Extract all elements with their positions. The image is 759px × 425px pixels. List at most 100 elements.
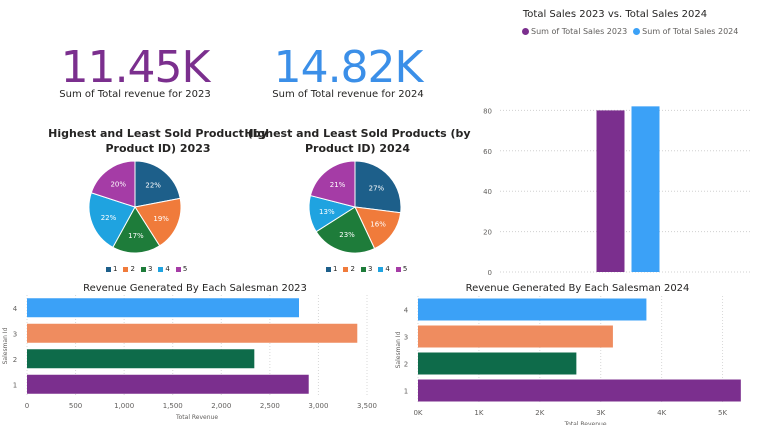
legend-swatch-icon <box>106 266 111 272</box>
x-tick-label: 1,500 <box>163 402 183 410</box>
salesman-bar-2[interactable] <box>418 352 577 375</box>
x-tick-label: 2K <box>535 409 544 417</box>
pie-2023-legend: 1 2 3 4 5 <box>106 265 187 273</box>
pie-legend-label: 2 <box>130 265 135 273</box>
legend-label-2023: Sum of Total Sales 2023 <box>531 27 628 36</box>
pie-legend-item: 4 <box>378 265 390 273</box>
y-category-label: 1 <box>13 381 17 389</box>
salesman-bar-1[interactable] <box>27 374 309 394</box>
kpi-label-2023: Sum of Total revenue for 2023 <box>59 89 211 100</box>
pie-legend-item: 5 <box>395 265 408 273</box>
kpi-value-2024: 14.82K <box>273 42 424 93</box>
x-axis-label: Total Revenue <box>563 421 606 425</box>
pie-legend-item: 1 <box>326 265 337 273</box>
y-axis-label: Salesman Id <box>2 327 9 364</box>
pie-legend-item: 3 <box>140 265 153 273</box>
y-category-label: 2 <box>13 356 17 364</box>
pie-slice-label: 23% <box>339 231 355 239</box>
pie-slice-label: 21% <box>330 181 346 189</box>
pie-legend-label: 5 <box>402 265 408 273</box>
x-tick-label: 500 <box>69 402 82 410</box>
legend-swatch-icon <box>123 266 129 272</box>
pie-legend-label: 2 <box>350 265 355 273</box>
pie-legend-item: 5 <box>175 265 188 273</box>
pie-2024-title: Highest and Least Sold Products (by Prod… <box>235 126 480 156</box>
x-tick-label: 0K <box>413 409 422 417</box>
x-tick-label: 3,000 <box>308 402 328 410</box>
kpi-value-2023: 11.45K <box>60 42 211 93</box>
pie-chart-2024[interactable]: 27% 16% 23% 13% 21% <box>305 157 405 257</box>
pie-legend-label: 4 <box>385 265 390 273</box>
x-tick-label: 2,500 <box>260 402 280 410</box>
sales-compare-title: Total Sales 2023 vs. Total Sales 2024 <box>522 9 708 20</box>
kpi-label-2024: Sum of Total revenue for 2024 <box>272 89 424 100</box>
y-category-label: 2 <box>404 361 408 369</box>
column-bar-2024[interactable] <box>631 106 660 272</box>
pie-legend-item: 2 <box>343 265 355 273</box>
x-tick-label: 0 <box>25 402 29 410</box>
x-tick-label: 1,000 <box>114 402 134 410</box>
y-tick-label: 60 <box>483 148 492 156</box>
pie-legend-item: 1 <box>106 265 117 273</box>
y-tick-label: 40 <box>483 188 492 196</box>
x-tick-label: 1K <box>474 409 483 417</box>
pie-slice-label: 13% <box>319 208 335 216</box>
pie-legend-label: 3 <box>367 265 373 273</box>
legend-swatch-icon <box>326 266 331 272</box>
x-tick-label: 2,000 <box>211 402 231 410</box>
pie-legend-label: 5 <box>182 265 188 273</box>
legend-swatch-icon <box>395 266 401 272</box>
pie-slice-label: 19% <box>153 215 169 223</box>
pie-legend-item: 3 <box>360 265 373 273</box>
pie-legend-item: 2 <box>123 265 135 273</box>
pie-slice-label: 22% <box>101 214 117 222</box>
y-tick-label: 80 <box>483 107 492 115</box>
legend-swatch-icon <box>158 266 164 272</box>
x-tick-label: 5K <box>718 409 727 417</box>
legend-dot-2023-icon <box>522 28 529 35</box>
pie-2024-title-line2: Product ID) 2024 <box>304 142 411 155</box>
salesman-bar-4[interactable] <box>27 298 299 318</box>
salesman-bar-3[interactable] <box>418 325 613 348</box>
sales-compare-chart[interactable]: 0 20 40 60 80 <box>470 60 759 280</box>
pie-legend-label: 1 <box>113 265 118 273</box>
legend-swatch-icon <box>140 266 146 272</box>
y-axis-label: Salesman Id <box>395 331 402 368</box>
pie-slice-label: 17% <box>128 232 144 240</box>
pie-slice-label: 27% <box>369 185 385 193</box>
legend-swatch-icon <box>343 266 349 272</box>
y-category-label: 3 <box>13 330 17 338</box>
x-tick-label: 4K <box>657 409 666 417</box>
pie-2024-legend: 1 2 3 4 5 <box>326 265 407 273</box>
salesman-bar-1[interactable] <box>418 379 741 402</box>
salesman-bar-3[interactable] <box>27 323 358 343</box>
pie-slice-label: 20% <box>110 180 126 188</box>
legend-item-2023: Sum of Total Sales 2023 <box>522 27 627 36</box>
y-tick-label: 20 <box>483 229 492 237</box>
pie-slice-label: 22% <box>145 182 161 190</box>
salesman-bar-2[interactable] <box>27 349 255 369</box>
y-tick-label: 0 <box>488 269 492 277</box>
legend-item-2024: Sum of Total Sales 2024 <box>633 27 738 36</box>
pie-legend-label: 3 <box>147 265 153 273</box>
x-tick-label: 3,500 <box>357 402 377 410</box>
pie-legend-label: 4 <box>165 265 170 273</box>
legend-swatch-icon <box>175 266 181 272</box>
y-category-label: 4 <box>404 307 409 315</box>
pie-slice-label: 16% <box>370 220 386 228</box>
x-tick-label: 3K <box>596 409 605 417</box>
legend-label-2024: Sum of Total Sales 2024 <box>642 27 739 36</box>
y-category-label: 3 <box>404 334 408 342</box>
legend-swatch-icon <box>360 266 366 272</box>
column-bar-2023[interactable] <box>596 110 625 273</box>
pie-2024-title-line1: Highest and Least Sold Products (by <box>244 127 471 140</box>
legend-swatch-icon <box>378 266 384 272</box>
salesman-2024-chart[interactable]: 0K 1K 2K 3K 4K 5K 1 2 3 4 Total Revenue Salesman Id <box>390 292 759 425</box>
salesman-bar-4[interactable] <box>418 298 647 321</box>
pie-legend-item: 4 <box>158 265 170 273</box>
pie-legend-label: 1 <box>333 265 338 273</box>
y-category-label: 4 <box>13 305 18 313</box>
pie-chart-2023[interactable]: 22% 19% 17% 22% 20% <box>85 157 185 257</box>
salesman-2023-chart[interactable]: 0 500 1,000 1,500 2,000 2,500 3,000 3,500 1 2 3 4 To… <box>0 292 385 422</box>
y-category-label: 1 <box>404 388 408 396</box>
